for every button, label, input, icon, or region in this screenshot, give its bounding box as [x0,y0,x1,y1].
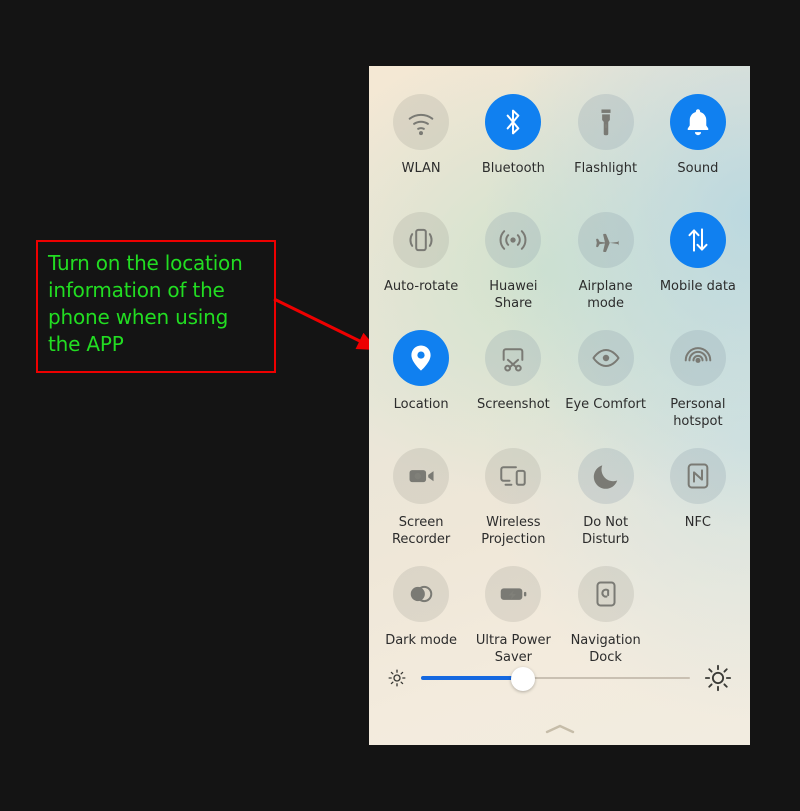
tile-icon-circle[interactable] [485,94,542,150]
tile-flashlight[interactable]: Flashlight [560,88,652,202]
bluetooth-icon [497,106,529,138]
brightness-thumb[interactable] [511,667,536,691]
auto-rotate-icon [405,224,437,256]
tile-label: Mobile data [659,279,736,294]
chevron-up-icon [545,724,574,734]
brightness-slider-row[interactable] [369,655,750,701]
tile-personal-hotspot[interactable]: Personal hotspot [652,324,744,438]
tile-icon-circle[interactable] [669,448,726,504]
battery-saver-icon [501,588,527,600]
tile-wlan[interactable]: WLAN [375,88,467,202]
moon-icon [593,465,617,489]
tile-airplane-mode[interactable]: Airplane mode [560,206,652,320]
tile-icon-circle[interactable] [485,330,542,386]
tile-icon-circle[interactable] [485,566,542,622]
sun-large-icon [704,664,732,692]
brightness-track-fill [421,676,524,680]
tile-location[interactable]: Location [375,324,467,438]
tile-icon-circle[interactable] [393,448,450,504]
brightness-track[interactable] [421,667,690,691]
sun-small-icon [387,668,407,688]
tile-icon-circle[interactable] [669,212,726,268]
airplane-icon [595,233,619,252]
tile-label: Sound [677,161,719,176]
annotation-text: Turn on the location information of the … [48,251,243,356]
bell-icon [687,109,709,136]
tile-label: Huawei Share [489,279,538,311]
tile-wireless-projection[interactable]: Wireless Projection [467,442,559,556]
eye-icon [590,342,622,374]
wifi-icon [405,106,437,136]
tile-label: WLAN [401,161,441,176]
screenshot-icon [497,342,529,374]
tile-icon-circle[interactable] [393,94,450,150]
tile-label: Flashlight [574,161,638,176]
tile-icon-circle[interactable] [485,212,542,268]
tile-label: Bluetooth [481,161,545,176]
tile-label: Wireless Projection [481,515,546,547]
nfc-icon [682,460,714,492]
panel-expand-handle[interactable] [369,723,750,735]
tile-icon-circle[interactable] [577,94,634,150]
navigation-dock-icon [590,578,622,610]
tile-icon-circle[interactable] [393,566,450,622]
tile-icon-circle[interactable] [669,94,726,150]
tile-label: Eye Comfort [565,397,646,412]
quick-settings-grid: WLAN Bluetooth Flashlight Sound Auto-rota… [369,66,750,674]
tile-auto-rotate[interactable]: Auto-rotate [375,206,467,320]
tile-huawei-share[interactable]: Huawei Share [467,206,559,320]
tile-label: NFC [684,515,712,530]
tile-label: Dark mode [385,633,458,648]
dark-mode-icon [410,578,437,610]
tile-icon-circle[interactable] [393,212,450,268]
tile-label: Do Not Disturb [581,515,630,547]
tile-label: Airplane mode [578,279,633,311]
tile-sound[interactable]: Sound [652,88,744,202]
tile-do-not-disturb[interactable]: Do Not Disturb [560,442,652,556]
tile-icon-circle[interactable] [669,330,726,386]
wireless-projection-icon [497,460,529,492]
tile-icon-circle[interactable] [485,448,542,504]
annotation-callout-box: Turn on the location information of the … [36,240,276,373]
tile-label: Screen Recorder [391,515,451,547]
mobile-data-icon [682,224,714,256]
tile-screenshot[interactable]: Screenshot [467,324,559,438]
flashlight-icon [601,109,611,136]
tile-eye-comfort[interactable]: Eye Comfort [560,324,652,438]
location-pin-icon [411,345,431,371]
tile-bluetooth[interactable]: Bluetooth [467,88,559,202]
tile-icon-circle[interactable] [577,212,634,268]
tile-icon-circle[interactable] [577,566,634,622]
tile-label: Personal hotspot [670,397,726,429]
control-center-panel: WLAN Bluetooth Flashlight Sound Auto-rota… [369,66,750,745]
tile-icon-circle[interactable] [577,330,634,386]
tile-screen-recorder[interactable]: Screen Recorder [375,442,467,556]
tile-label: Auto-rotate [383,279,459,294]
huawei-share-icon [497,224,529,256]
tile-icon-circle[interactable] [577,448,634,504]
tile-label: Screenshot [476,397,550,412]
screen-recorder-icon [409,470,434,483]
tile-label: Location [393,397,449,412]
tile-icon-circle[interactable] [393,330,450,386]
tile-mobile-data[interactable]: Mobile data [652,206,744,320]
tile-nfc[interactable]: NFC [652,442,744,556]
hotspot-icon [682,342,714,363]
